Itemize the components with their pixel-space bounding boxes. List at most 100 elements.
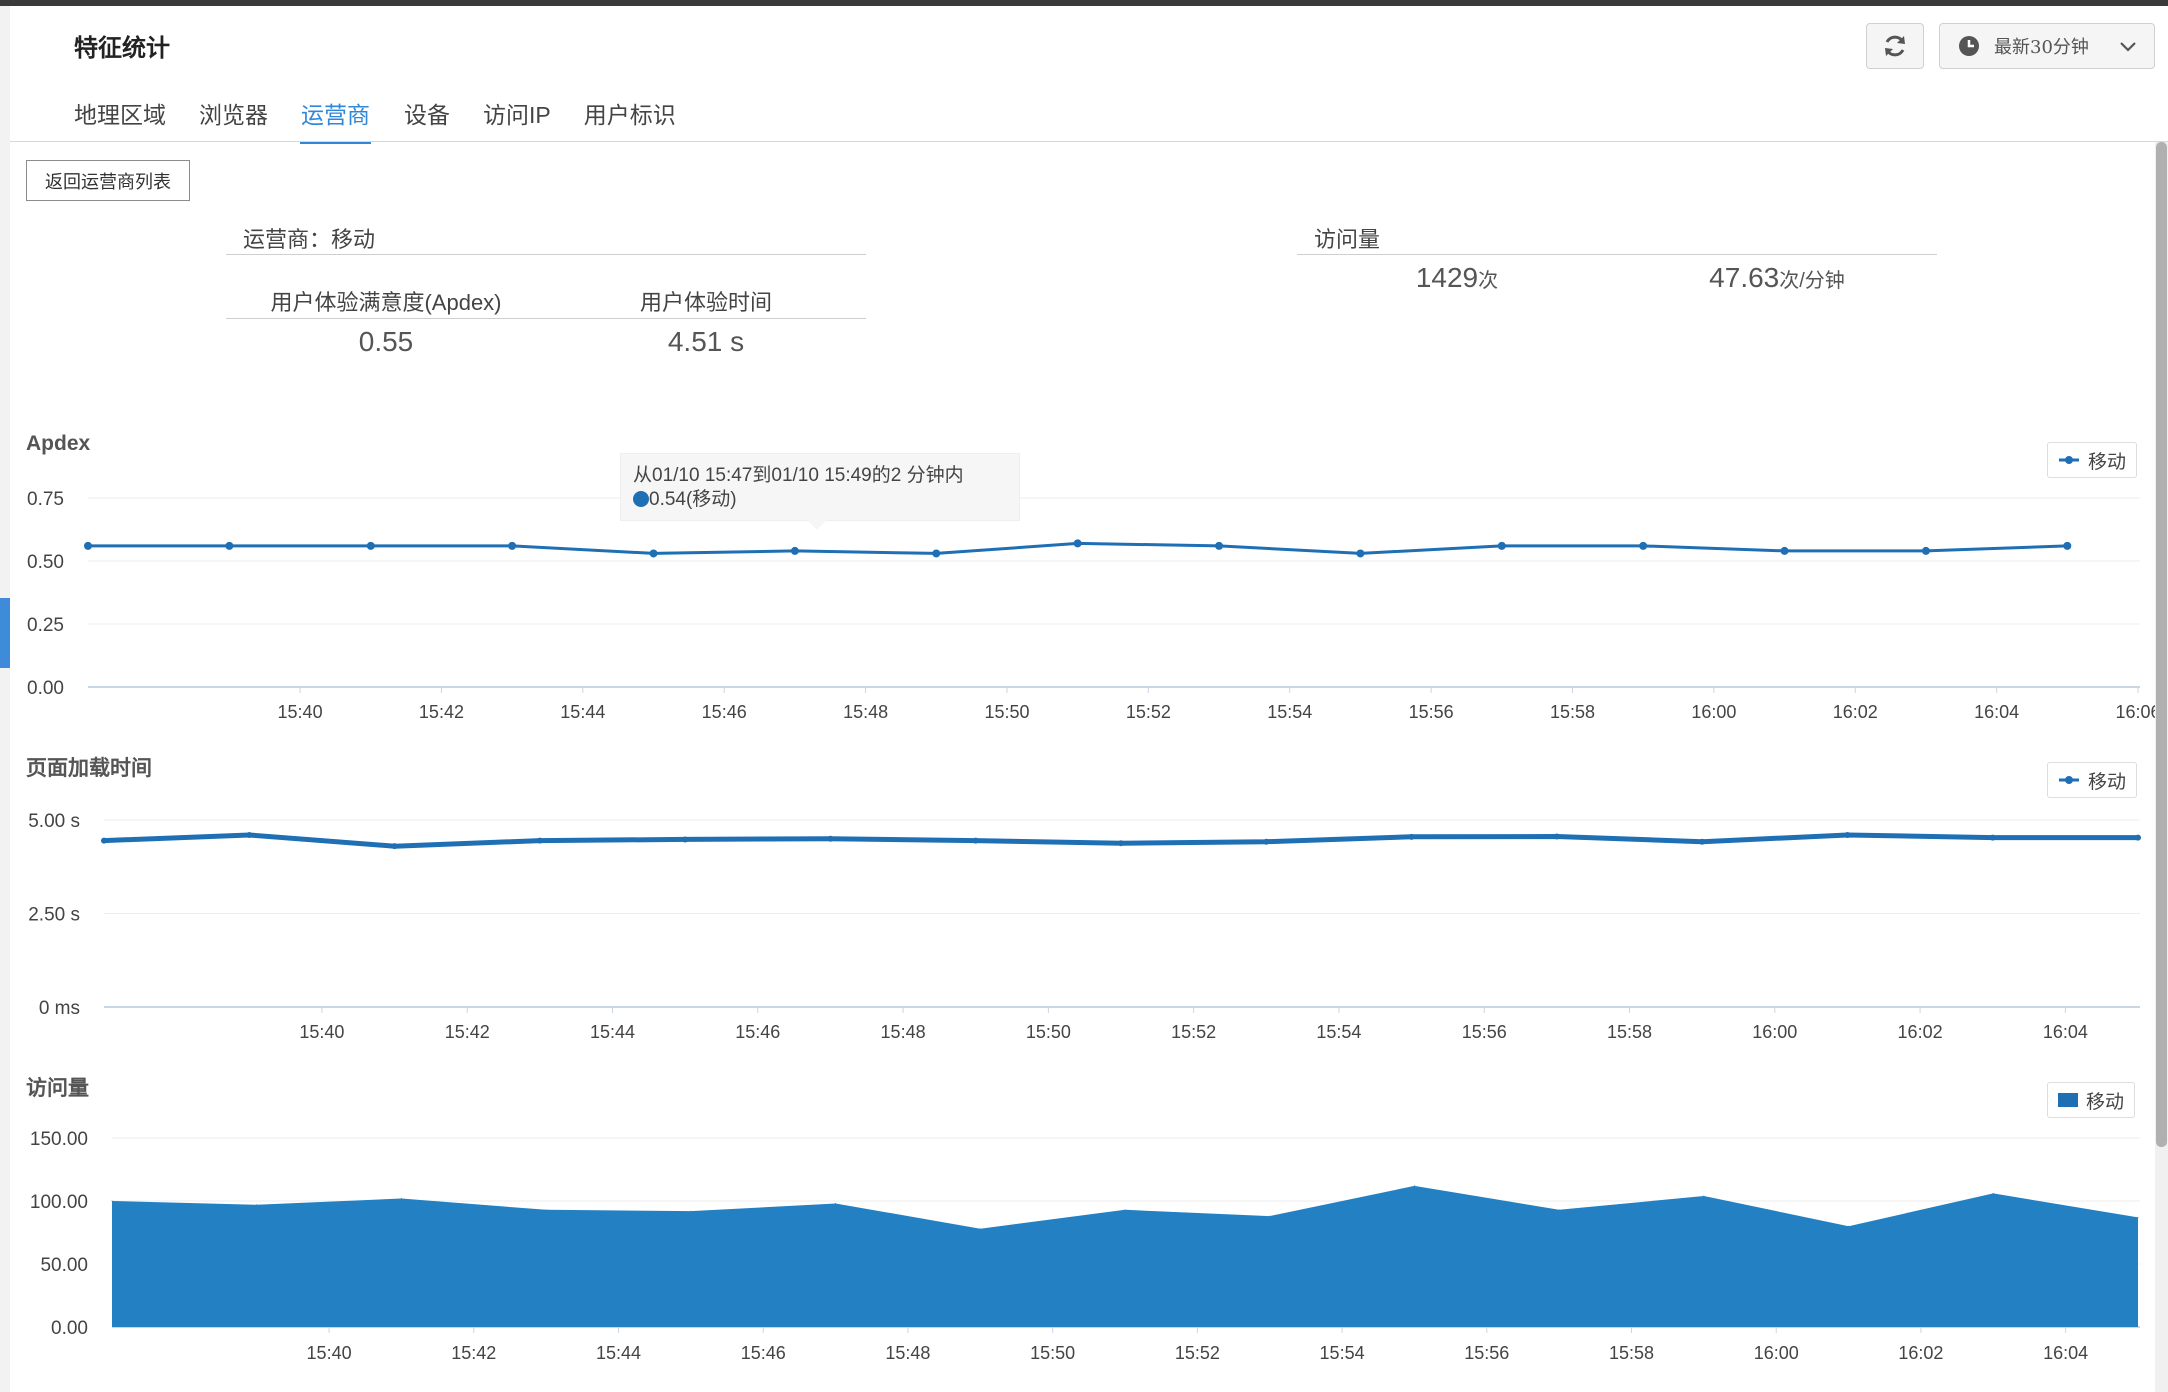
visit-rate-value: 47.63 bbox=[1709, 262, 1780, 293]
y-tick-label: 0.50 bbox=[27, 552, 64, 573]
visit-rate: 47.63次/分钟 bbox=[1617, 262, 1937, 294]
window-top-bar bbox=[0, 0, 2168, 6]
x-tick-label: 15:46 bbox=[741, 1343, 786, 1363]
tooltip-range: 从01/10 15:47到01/10 15:49的2 分钟内 bbox=[633, 465, 964, 486]
tab-visit-ip[interactable]: 访问IP bbox=[483, 96, 551, 141]
experience-time-label: 用户体验时间 bbox=[639, 290, 772, 315]
x-tick-label: 16:06 bbox=[2115, 702, 2155, 722]
x-tick-label: 15:50 bbox=[1026, 1022, 1071, 1042]
data-point bbox=[1844, 831, 1851, 838]
apdex-label: 用户体验满意度(Apdex) bbox=[270, 290, 502, 315]
x-tick-label: 15:56 bbox=[1409, 702, 1454, 722]
data-point bbox=[932, 549, 941, 558]
x-tick-label: 15:52 bbox=[1171, 1022, 1216, 1042]
area-series-icon bbox=[2058, 1093, 2078, 1107]
feature-tabs: 地理区域 浏览器 运营商 设备 访问IP 用户标识 bbox=[74, 96, 709, 144]
data-point bbox=[1269, 1215, 1271, 1217]
x-tick-label: 15:46 bbox=[735, 1022, 780, 1042]
visit-rate-unit: 次/分钟 bbox=[1779, 270, 1845, 292]
x-tick-label: 15:52 bbox=[1126, 702, 1171, 722]
data-point bbox=[1124, 1209, 1126, 1211]
time-range-dropdown[interactable]: 最新30分钟 bbox=[1939, 23, 2155, 69]
data-point bbox=[979, 1228, 981, 1230]
tab-geo-region[interactable]: 地理区域 bbox=[74, 96, 166, 141]
tooltip-value: 0.54(移动) bbox=[649, 489, 737, 510]
x-tick-label: 16:04 bbox=[1974, 702, 2019, 722]
data-point bbox=[84, 541, 92, 550]
data-point bbox=[835, 1203, 837, 1205]
apdex-chart-title: Apdex bbox=[26, 432, 91, 455]
data-point bbox=[1263, 838, 1270, 845]
total-visits-unit: 次 bbox=[1478, 270, 1499, 292]
x-tick-label: 15:50 bbox=[984, 702, 1029, 722]
data-point bbox=[2063, 541, 2072, 550]
data-point bbox=[827, 835, 834, 842]
data-point bbox=[790, 546, 799, 555]
refresh-button[interactable] bbox=[1866, 23, 1924, 69]
tab-device[interactable]: 设备 bbox=[404, 96, 450, 141]
visits-heading: 访问量 bbox=[1314, 227, 1381, 252]
x-tick-label: 15:58 bbox=[1609, 1343, 1654, 1363]
x-tick-label: 15:42 bbox=[419, 702, 464, 722]
tab-divider bbox=[10, 141, 2168, 142]
tab-carrier[interactable]: 运营商 bbox=[300, 96, 371, 144]
time-range-value: 最新30分钟 bbox=[1994, 37, 2089, 58]
data-point bbox=[1356, 549, 1365, 558]
data-point bbox=[1408, 833, 1415, 840]
tab-browser[interactable]: 浏览器 bbox=[199, 96, 268, 141]
y-tick-label: 50.00 bbox=[40, 1255, 88, 1276]
x-tick-label: 15:42 bbox=[445, 1022, 490, 1042]
line-series-icon bbox=[2059, 456, 2079, 464]
data-point bbox=[1553, 833, 1560, 840]
apdex-value: 0.55 bbox=[358, 326, 414, 357]
data-point bbox=[508, 541, 517, 550]
summary-divider bbox=[226, 318, 866, 319]
y-tick-label: 2.50 s bbox=[28, 905, 80, 926]
x-tick-label: 15:40 bbox=[307, 1343, 352, 1363]
data-point bbox=[391, 843, 398, 850]
data-point bbox=[1848, 1225, 1850, 1227]
page-load-chart-title: 页面加载时间 bbox=[26, 757, 152, 780]
x-tick-label: 15:56 bbox=[1462, 1022, 1507, 1042]
x-tick-label: 15:56 bbox=[1464, 1343, 1509, 1363]
clock-icon bbox=[1959, 36, 1979, 56]
carrier-heading: 运营商：移动 bbox=[243, 227, 376, 252]
x-tick-label: 15:54 bbox=[1320, 1343, 1365, 1363]
x-tick-label: 15:58 bbox=[1607, 1022, 1652, 1042]
data-point bbox=[1989, 834, 1996, 841]
data-point bbox=[690, 1210, 692, 1212]
x-tick-label: 16:00 bbox=[1754, 1343, 1799, 1363]
y-tick-label: 0.00 bbox=[51, 1318, 88, 1339]
refresh-icon bbox=[1885, 35, 1905, 57]
y-tick-label: 0.75 bbox=[27, 489, 64, 510]
y-tick-label: 5.00 s bbox=[28, 811, 80, 832]
x-tick-label: 15:44 bbox=[596, 1343, 641, 1363]
data-point bbox=[400, 1197, 402, 1199]
x-tick-label: 16:02 bbox=[1898, 1022, 1943, 1042]
data-point bbox=[1780, 546, 1789, 555]
x-tick-label: 16:02 bbox=[1833, 702, 1878, 722]
x-tick-label: 15:40 bbox=[278, 702, 323, 722]
data-point bbox=[225, 541, 234, 550]
data-point bbox=[1497, 541, 1506, 550]
page-title: 特征统计 bbox=[74, 35, 170, 62]
x-tick-label: 15:48 bbox=[843, 702, 888, 722]
data-point bbox=[111, 1200, 113, 1202]
tab-user-id[interactable]: 用户标识 bbox=[584, 96, 676, 141]
x-tick-label: 16:02 bbox=[1898, 1343, 1943, 1363]
series-dot-icon bbox=[633, 491, 649, 507]
data-point bbox=[246, 831, 253, 838]
experience-time-value: 4.51 s bbox=[667, 326, 745, 357]
line-series-icon bbox=[2059, 776, 2079, 784]
x-tick-label: 15:44 bbox=[560, 702, 605, 722]
chart-tooltip: 从01/10 15:47到01/10 15:49的2 分钟内 0.54(移动) bbox=[620, 453, 1020, 530]
data-point bbox=[1558, 1209, 1560, 1211]
data-point bbox=[2137, 1216, 2139, 1218]
data-point bbox=[1215, 541, 1224, 550]
data-point bbox=[1921, 546, 1930, 555]
x-tick-label: 16:00 bbox=[1691, 702, 1736, 722]
vertical-scrollbar-thumb[interactable] bbox=[2156, 142, 2167, 1147]
tooltip-value-row: 0.54(移动) bbox=[633, 488, 1007, 512]
summary-divider bbox=[1297, 254, 1937, 255]
back-to-carrier-list-button[interactable]: 返回运营商列表 bbox=[26, 160, 190, 201]
